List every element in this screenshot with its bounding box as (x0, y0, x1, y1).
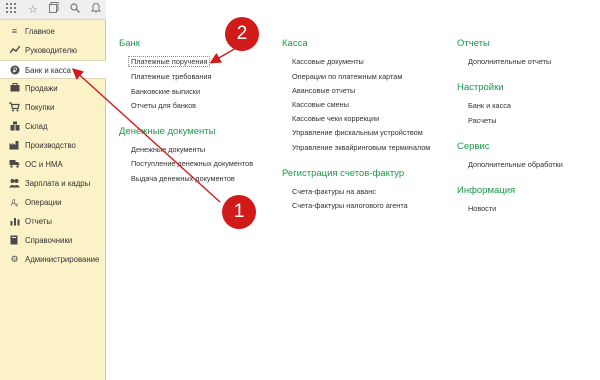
nav-item-label: Главное (25, 27, 55, 36)
nav-item-label: Покупки (25, 103, 55, 112)
link-bank-statements[interactable]: Банковские выписки (131, 87, 200, 96)
truck-icon (9, 159, 20, 170)
nav-item-directories[interactable]: Справочники (0, 231, 106, 250)
nav-item-label: Склад (25, 122, 48, 131)
group-title-invoices: Регистрация счетов-фактур (282, 168, 405, 179)
nav-item-label: Администрирование (25, 255, 100, 264)
nav-item-salary[interactable]: Зарплата и кадры (0, 174, 106, 193)
group-title-bank: Банк (119, 38, 140, 49)
nav-item-label: Производство (25, 141, 76, 150)
link-additional-processing[interactable]: Дополнительные обработки (468, 160, 563, 169)
link-advance-invoices[interactable]: Счета-фактуры на аванс (292, 187, 376, 196)
link-settings-bank-kassa[interactable]: Банк и касса (468, 101, 511, 110)
nav-item-administration[interactable]: ⚙ Администрирование (0, 250, 106, 269)
gear-icon: ⚙ (10, 254, 19, 264)
nav-item-operations[interactable]: Дк Операции (0, 193, 106, 212)
nav-item-label: Зарплата и кадры (25, 179, 91, 188)
link-money-docs[interactable]: Денежные документы (131, 145, 205, 154)
group-title-service: Сервис (457, 141, 490, 152)
top-toolbar: ☆ (0, 0, 106, 20)
menu-lines-icon: ≡ (11, 26, 18, 36)
link-additional-reports[interactable]: Дополнительные отчеты (468, 57, 551, 66)
bell-icon[interactable] (88, 2, 104, 18)
nav-item-bank-kassa[interactable]: ₽ Банк и касса (0, 60, 106, 79)
nav-item-sales[interactable]: Продажи (0, 79, 106, 98)
callout-1: 1 (222, 195, 256, 229)
link-cash-shifts[interactable]: Кассовые смены (292, 100, 349, 109)
section-panel: Банк Платежные поручения Платежные требо… (107, 0, 600, 380)
link-fiscal-device[interactable]: Управление фискальным устройством (292, 128, 423, 137)
link-money-docs-receipt[interactable]: Поступление денежных документов (131, 159, 253, 168)
nav-item-fixed-assets[interactable]: ОС и НМА (0, 155, 106, 174)
star-icon[interactable]: ☆ (25, 2, 41, 18)
link-settlements[interactable]: Расчеты (468, 116, 496, 125)
svg-text:₽: ₽ (12, 67, 17, 75)
history-icon[interactable] (46, 2, 62, 18)
nav-item-main[interactable]: ≡ Главное (0, 22, 106, 41)
link-acquiring-terminal[interactable]: Управление эквайринговым терминалом (292, 143, 430, 152)
chart-trend-icon (8, 45, 21, 56)
link-money-docs-issue[interactable]: Выдача денежных документов (131, 174, 235, 183)
nav-item-label: ОС и НМА (25, 160, 63, 169)
nav-item-label: Операции (25, 198, 62, 207)
nav-item-label: Продажи (25, 84, 58, 93)
nav-item-label: Справочники (25, 236, 73, 245)
nav-item-manager[interactable]: Руководителю (0, 41, 106, 60)
nav-item-label: Банк и касса (25, 66, 71, 75)
group-title-settings: Настройки (457, 82, 504, 93)
link-cash-docs[interactable]: Кассовые документы (292, 57, 364, 66)
book-icon (9, 235, 20, 246)
link-card-operations[interactable]: Операции по платежным картам (292, 72, 402, 81)
operations-icon: Дк (11, 199, 18, 209)
nav-item-production[interactable]: Производство (0, 136, 106, 155)
ruble-coin-icon: ₽ (9, 65, 20, 76)
link-payment-requests[interactable]: Платежные требования (131, 72, 211, 81)
nav-item-warehouse[interactable]: Склад (0, 117, 106, 136)
group-title-kassa: Касса (282, 38, 308, 49)
link-correction-receipts[interactable]: Кассовые чеки коррекции (292, 114, 379, 123)
link-tax-agent-invoices[interactable]: Счета-фактуры налогового агента (292, 201, 408, 210)
link-bank-reports[interactable]: Отчеты для банков (131, 101, 196, 110)
callout-2: 2 (225, 17, 259, 51)
apps-grid-icon[interactable] (3, 2, 19, 18)
nav-item-label: Руководителю (25, 46, 78, 55)
nav-item-purchases[interactable]: Покупки (0, 98, 106, 117)
report-icon (9, 216, 20, 227)
link-payment-orders[interactable]: Платежные поручения (127, 56, 211, 67)
link-advance-reports[interactable]: Авансовые отчеты (292, 86, 355, 95)
briefcase-icon (9, 83, 20, 94)
factory-icon (9, 140, 20, 151)
link-news[interactable]: Новости (468, 204, 496, 213)
group-title-info: Информация (457, 185, 516, 196)
people-icon (9, 178, 20, 189)
search-icon[interactable] (67, 2, 83, 18)
nav-item-reports[interactable]: Отчеты (0, 212, 106, 231)
sidebar: ☆ ≡ Главное Руководителю ₽ Банк и касса (0, 0, 106, 380)
warehouse-icon (9, 121, 20, 132)
cart-icon (9, 102, 20, 113)
group-title-money-docs: Денежные документы (119, 126, 216, 137)
group-title-reports: Отчеты (457, 38, 490, 49)
nav-item-label: Отчеты (25, 217, 52, 226)
